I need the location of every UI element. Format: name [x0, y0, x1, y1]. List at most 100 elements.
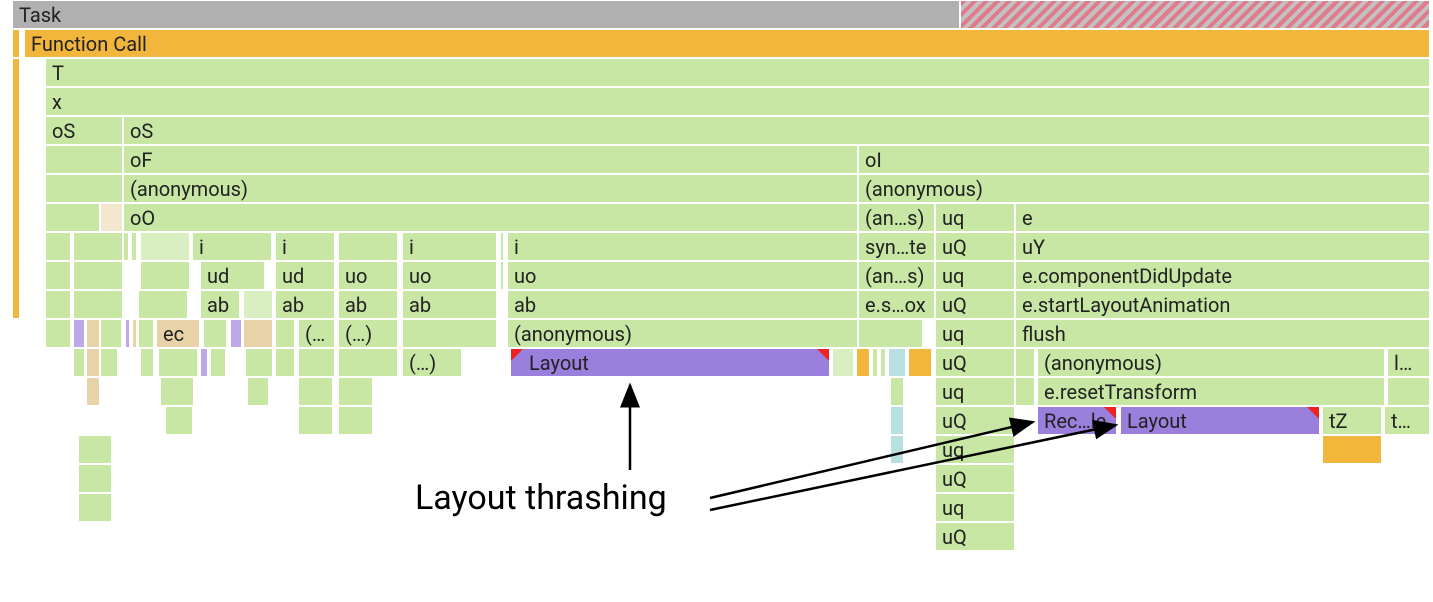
flame-entry[interactable]: ud [200, 261, 265, 290]
flame-entry[interactable] [138, 319, 154, 348]
flame-entry[interactable]: flush [1015, 319, 1430, 348]
flame-entry-task[interactable]: Task [12, 0, 960, 29]
flame-entry[interactable] [203, 319, 227, 348]
flame-entry[interactable]: i [402, 232, 497, 261]
flame-entry[interactable]: ab [200, 290, 240, 319]
flame-entry[interactable]: (an…s) [858, 261, 935, 290]
flame-entry[interactable]: uo [402, 261, 497, 290]
flame-entry[interactable]: e.s…ox [858, 290, 935, 319]
flame-entry[interactable] [856, 348, 870, 377]
flame-entry[interactable] [73, 261, 123, 290]
flame-entry[interactable] [1322, 435, 1382, 464]
flame-entry[interactable] [140, 348, 154, 377]
flame-entry[interactable]: uQ [935, 348, 1015, 377]
flame-entry-layout[interactable]: Layout [1120, 406, 1320, 435]
flame-entry[interactable]: i [507, 232, 858, 261]
flame-entry[interactable] [298, 406, 333, 435]
flame-entry[interactable]: x [45, 87, 1430, 116]
flame-entry[interactable]: uq [935, 319, 1015, 348]
flame-entry[interactable]: uQ [935, 232, 1015, 261]
flame-entry[interactable]: (an…s) [858, 203, 935, 232]
flame-entry[interactable] [138, 290, 188, 319]
flame-entry[interactable]: uQ [935, 406, 1015, 435]
flame-entry[interactable] [158, 348, 198, 377]
flame-entry[interactable] [298, 377, 333, 406]
flame-entry[interactable]: i [192, 232, 272, 261]
flame-entry[interactable]: T [45, 58, 1430, 87]
flame-entry[interactable]: l… [1387, 348, 1430, 377]
flame-entry[interactable]: uq [935, 435, 1015, 464]
flame-entry[interactable] [86, 348, 100, 377]
flame-entry[interactable]: uY [1015, 232, 1430, 261]
flame-entry[interactable] [888, 348, 906, 377]
flame-entry[interactable] [338, 377, 373, 406]
flame-entry[interactable] [131, 232, 137, 261]
flame-entry[interactable]: (anonymous) [858, 174, 1430, 203]
flame-entry[interactable]: uo [507, 261, 858, 290]
flame-entry[interactable]: uq [935, 493, 1015, 522]
flame-entry[interactable]: uQ [935, 290, 1015, 319]
flame-entry[interactable] [500, 232, 504, 261]
flame-entry[interactable] [132, 319, 137, 348]
flame-entry[interactable]: i [275, 232, 335, 261]
flame-entry[interactable] [1015, 377, 1035, 406]
flame-entry[interactable]: ab [507, 290, 858, 319]
flame-entry[interactable]: ab [275, 290, 335, 319]
flame-entry[interactable] [245, 348, 273, 377]
flame-entry[interactable] [78, 464, 112, 493]
flame-entry[interactable] [1015, 348, 1035, 377]
flame-entry[interactable] [402, 319, 497, 348]
flame-entry[interactable] [832, 348, 854, 377]
flame-entry[interactable] [123, 232, 129, 261]
flame-entry[interactable] [1387, 377, 1430, 406]
flame-entry-layout[interactable]: Layout [510, 348, 830, 377]
flame-entry-fc-narrow[interactable] [12, 58, 20, 319]
flame-entry[interactable]: e.startLayoutAnimation [1015, 290, 1430, 319]
flame-entry[interactable]: uQ [935, 464, 1015, 493]
flame-entry[interactable]: e [1015, 203, 1430, 232]
flame-entry[interactable] [86, 319, 100, 348]
flame-entry[interactable] [243, 290, 273, 319]
flame-entry[interactable] [880, 348, 886, 377]
flame-entry[interactable]: syn…te [858, 232, 935, 261]
flame-entry[interactable] [890, 377, 904, 406]
flame-entry[interactable]: tZ [1322, 406, 1382, 435]
flame-entry[interactable] [338, 232, 398, 261]
flame-entry[interactable]: (anonymous) [123, 174, 858, 203]
flame-entry[interactable] [243, 319, 273, 348]
flame-entry[interactable] [78, 493, 112, 522]
flame-entry[interactable] [45, 174, 123, 203]
flame-entry[interactable]: (anonymous) [1037, 348, 1385, 377]
flame-entry[interactable] [200, 348, 208, 377]
flame-entry[interactable] [45, 319, 71, 348]
flame-entry[interactable] [45, 145, 123, 174]
flame-entry[interactable] [100, 348, 118, 377]
flame-entry[interactable] [125, 319, 130, 348]
flame-entry[interactable]: ec [156, 319, 200, 348]
flame-entry[interactable] [872, 348, 878, 377]
flame-entry[interactable] [140, 261, 190, 290]
flame-entry[interactable] [73, 348, 85, 377]
flame-entry[interactable] [165, 406, 193, 435]
flame-entry[interactable] [140, 232, 190, 261]
flame-entry[interactable] [86, 377, 100, 406]
flame-entry[interactable] [230, 319, 242, 348]
flame-entry[interactable] [160, 377, 194, 406]
flame-entry[interactable]: oO [123, 203, 858, 232]
flame-entry[interactable] [100, 319, 122, 348]
flame-entry[interactable]: uQ [935, 522, 1015, 551]
flame-entry[interactable]: e.resetTransform [1037, 377, 1385, 406]
flame-entry[interactable] [908, 348, 932, 377]
flame-entry[interactable] [858, 319, 923, 348]
flame-entry[interactable] [78, 435, 112, 464]
flame-entry[interactable] [338, 348, 398, 377]
flame-entry[interactable]: (…) [338, 319, 398, 348]
flame-entry[interactable]: oF [123, 145, 858, 174]
flame-entry[interactable]: t… [1384, 406, 1430, 435]
flame-entry[interactable] [247, 377, 269, 406]
flame-entry[interactable]: e.componentDidUpdate [1015, 261, 1430, 290]
flame-entry[interactable] [73, 290, 123, 319]
flame-entry[interactable]: (…) [402, 348, 462, 377]
flame-entry[interactable]: uq [935, 377, 1015, 406]
flame-entry[interactable] [73, 232, 123, 261]
